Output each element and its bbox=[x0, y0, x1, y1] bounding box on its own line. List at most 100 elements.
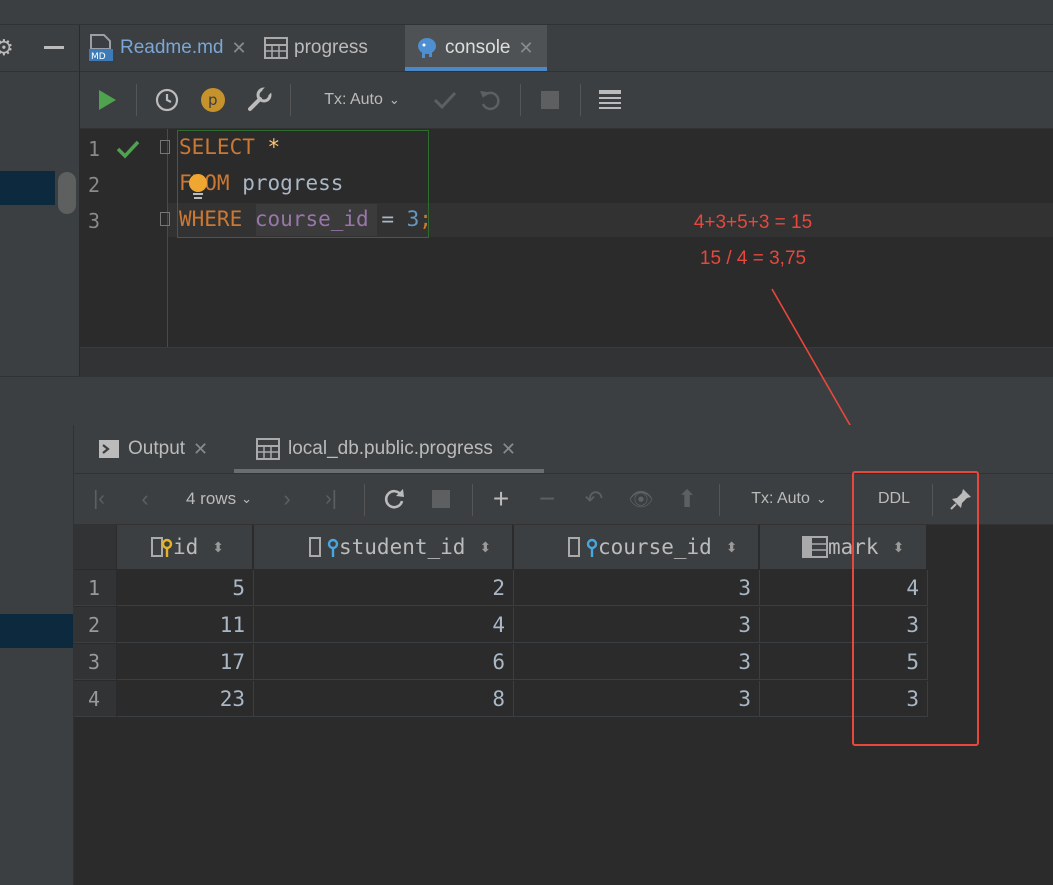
close-icon[interactable]: ✕ bbox=[193, 439, 208, 460]
settings-button[interactable] bbox=[245, 72, 275, 128]
commit-button[interactable] bbox=[430, 72, 460, 128]
column-header-id[interactable]: id ⬍ bbox=[117, 525, 253, 569]
sidebar-scrollbar[interactable] bbox=[58, 172, 76, 214]
tx-mode-dropdown[interactable]: Tx: Auto ⌄ bbox=[739, 474, 839, 524]
play-icon bbox=[99, 90, 116, 110]
minimize-icon[interactable] bbox=[44, 46, 64, 49]
sidebar-selected-item[interactable] bbox=[0, 614, 73, 648]
row-number[interactable]: 1 bbox=[74, 570, 116, 606]
panel-splitter[interactable] bbox=[0, 376, 1053, 426]
table-output-icon bbox=[599, 90, 621, 109]
primary-key-icon bbox=[151, 537, 173, 557]
title-strip bbox=[0, 0, 1053, 25]
sort-icon[interactable]: ⬍ bbox=[212, 539, 224, 556]
tab-label: progress bbox=[294, 37, 368, 58]
foreign-key-icon bbox=[568, 537, 598, 557]
row-number[interactable]: 3 bbox=[74, 644, 116, 680]
grid-corner bbox=[74, 525, 116, 569]
cell-student-id[interactable]: 6 bbox=[254, 644, 514, 680]
tab-label: Readme.md bbox=[120, 37, 224, 58]
rollback-button[interactable] bbox=[475, 72, 505, 128]
parameters-button[interactable]: p bbox=[198, 72, 228, 128]
fold-icon[interactable] bbox=[160, 140, 170, 154]
revert-button[interactable]: ↶ bbox=[579, 474, 609, 524]
table-icon bbox=[256, 438, 280, 460]
cell-student-id[interactable]: 8 bbox=[254, 681, 514, 717]
history-button[interactable] bbox=[152, 72, 182, 128]
close-icon[interactable]: ✕ bbox=[232, 38, 247, 59]
checkmark-icon bbox=[433, 91, 457, 110]
intention-bulb-icon[interactable] bbox=[187, 173, 209, 201]
next-page-button[interactable]: › bbox=[272, 474, 302, 524]
tab-output[interactable]: Output ✕ bbox=[98, 425, 238, 473]
cell-course-id[interactable]: 3 bbox=[514, 681, 760, 717]
tab-console[interactable]: console ✕ bbox=[405, 25, 547, 71]
cell-id[interactable]: 11 bbox=[117, 607, 254, 643]
annotation-highlight-box bbox=[852, 471, 979, 746]
gear-icon[interactable]: ⚙ bbox=[0, 35, 14, 61]
run-button[interactable] bbox=[92, 72, 122, 128]
delete-row-button[interactable]: − bbox=[532, 474, 562, 524]
stop-button[interactable] bbox=[426, 474, 456, 524]
tab-results[interactable]: local_db.public.progress ✕ bbox=[234, 425, 544, 473]
table-icon bbox=[264, 37, 288, 59]
editor-tab-bar: MD Readme.md ✕ progress console ✕ bbox=[80, 25, 1053, 72]
cell-course-id[interactable]: 3 bbox=[514, 607, 760, 643]
code-line-1: SELECT * bbox=[179, 135, 280, 159]
sidebar-header: ⚙ bbox=[0, 25, 79, 72]
fold-icon[interactable] bbox=[160, 212, 170, 226]
output-options-button[interactable] bbox=[595, 72, 625, 128]
column-header-student-id[interactable]: student_id ⬍ bbox=[254, 525, 513, 569]
column-name: course_id bbox=[598, 535, 712, 559]
close-icon[interactable]: ✕ bbox=[501, 439, 516, 460]
rows-dropdown[interactable]: 4 rows ⌄ bbox=[174, 474, 264, 524]
tab-readme[interactable]: MD Readme.md ✕ bbox=[88, 25, 258, 71]
wrench-icon bbox=[248, 87, 272, 111]
line-number: 2 bbox=[88, 173, 101, 197]
chevron-down-icon: ⌄ bbox=[815, 491, 827, 506]
tx-mode-dropdown[interactable]: Tx: Auto ⌄ bbox=[312, 72, 412, 128]
toolbar-separator bbox=[580, 84, 581, 116]
last-page-button[interactable]: ›| bbox=[316, 474, 346, 524]
success-check-icon bbox=[116, 140, 140, 159]
refresh-button[interactable] bbox=[379, 474, 409, 524]
toolbar-separator bbox=[136, 84, 137, 116]
submit-button[interactable]: ⬆ bbox=[672, 474, 702, 524]
cell-id[interactable]: 17 bbox=[117, 644, 254, 680]
row-number[interactable]: 4 bbox=[74, 681, 116, 717]
cell-course-id[interactable]: 3 bbox=[514, 570, 760, 606]
toolbar-separator bbox=[290, 84, 291, 116]
stop-button[interactable] bbox=[535, 72, 565, 128]
sort-icon[interactable]: ⬍ bbox=[726, 539, 738, 556]
sidebar-selected-item[interactable] bbox=[0, 171, 55, 205]
preview-changes-button[interactable]: 👁 bbox=[626, 474, 656, 524]
sort-icon[interactable]: ⬍ bbox=[479, 539, 491, 556]
row-number[interactable]: 2 bbox=[74, 607, 116, 643]
cell-id[interactable]: 23 bbox=[117, 681, 254, 717]
column-header-course-id[interactable]: course_id ⬍ bbox=[514, 525, 759, 569]
clock-icon bbox=[155, 88, 179, 112]
tab-progress[interactable]: progress bbox=[264, 25, 402, 71]
add-row-button[interactable]: + bbox=[486, 474, 516, 524]
tab-label: Output bbox=[128, 438, 186, 459]
cell-student-id[interactable]: 2 bbox=[254, 570, 514, 606]
cell-course-id[interactable]: 3 bbox=[514, 644, 760, 680]
postgresql-icon bbox=[418, 38, 436, 58]
lower-sidebar bbox=[0, 425, 74, 885]
first-page-button[interactable]: |‹ bbox=[84, 474, 114, 524]
close-icon[interactable]: ✕ bbox=[519, 38, 534, 59]
rows-count-label: 4 rows bbox=[186, 489, 237, 508]
cell-id[interactable]: 5 bbox=[117, 570, 254, 606]
tab-label: console bbox=[445, 37, 511, 58]
toolbar-separator bbox=[472, 484, 473, 516]
foreign-key-icon bbox=[309, 537, 339, 557]
stop-icon bbox=[541, 91, 559, 109]
tab-label: local_db.public.progress bbox=[288, 438, 493, 459]
cell-student-id[interactable]: 4 bbox=[254, 607, 514, 643]
parameter-icon: p bbox=[201, 88, 225, 112]
line-number: 1 bbox=[88, 137, 101, 161]
previous-page-button[interactable]: ‹ bbox=[130, 474, 160, 524]
column-icon bbox=[802, 536, 828, 558]
stop-icon bbox=[432, 490, 450, 508]
results-tab-bar: Output ✕ local_db.public.progress ✕ bbox=[74, 425, 1053, 474]
